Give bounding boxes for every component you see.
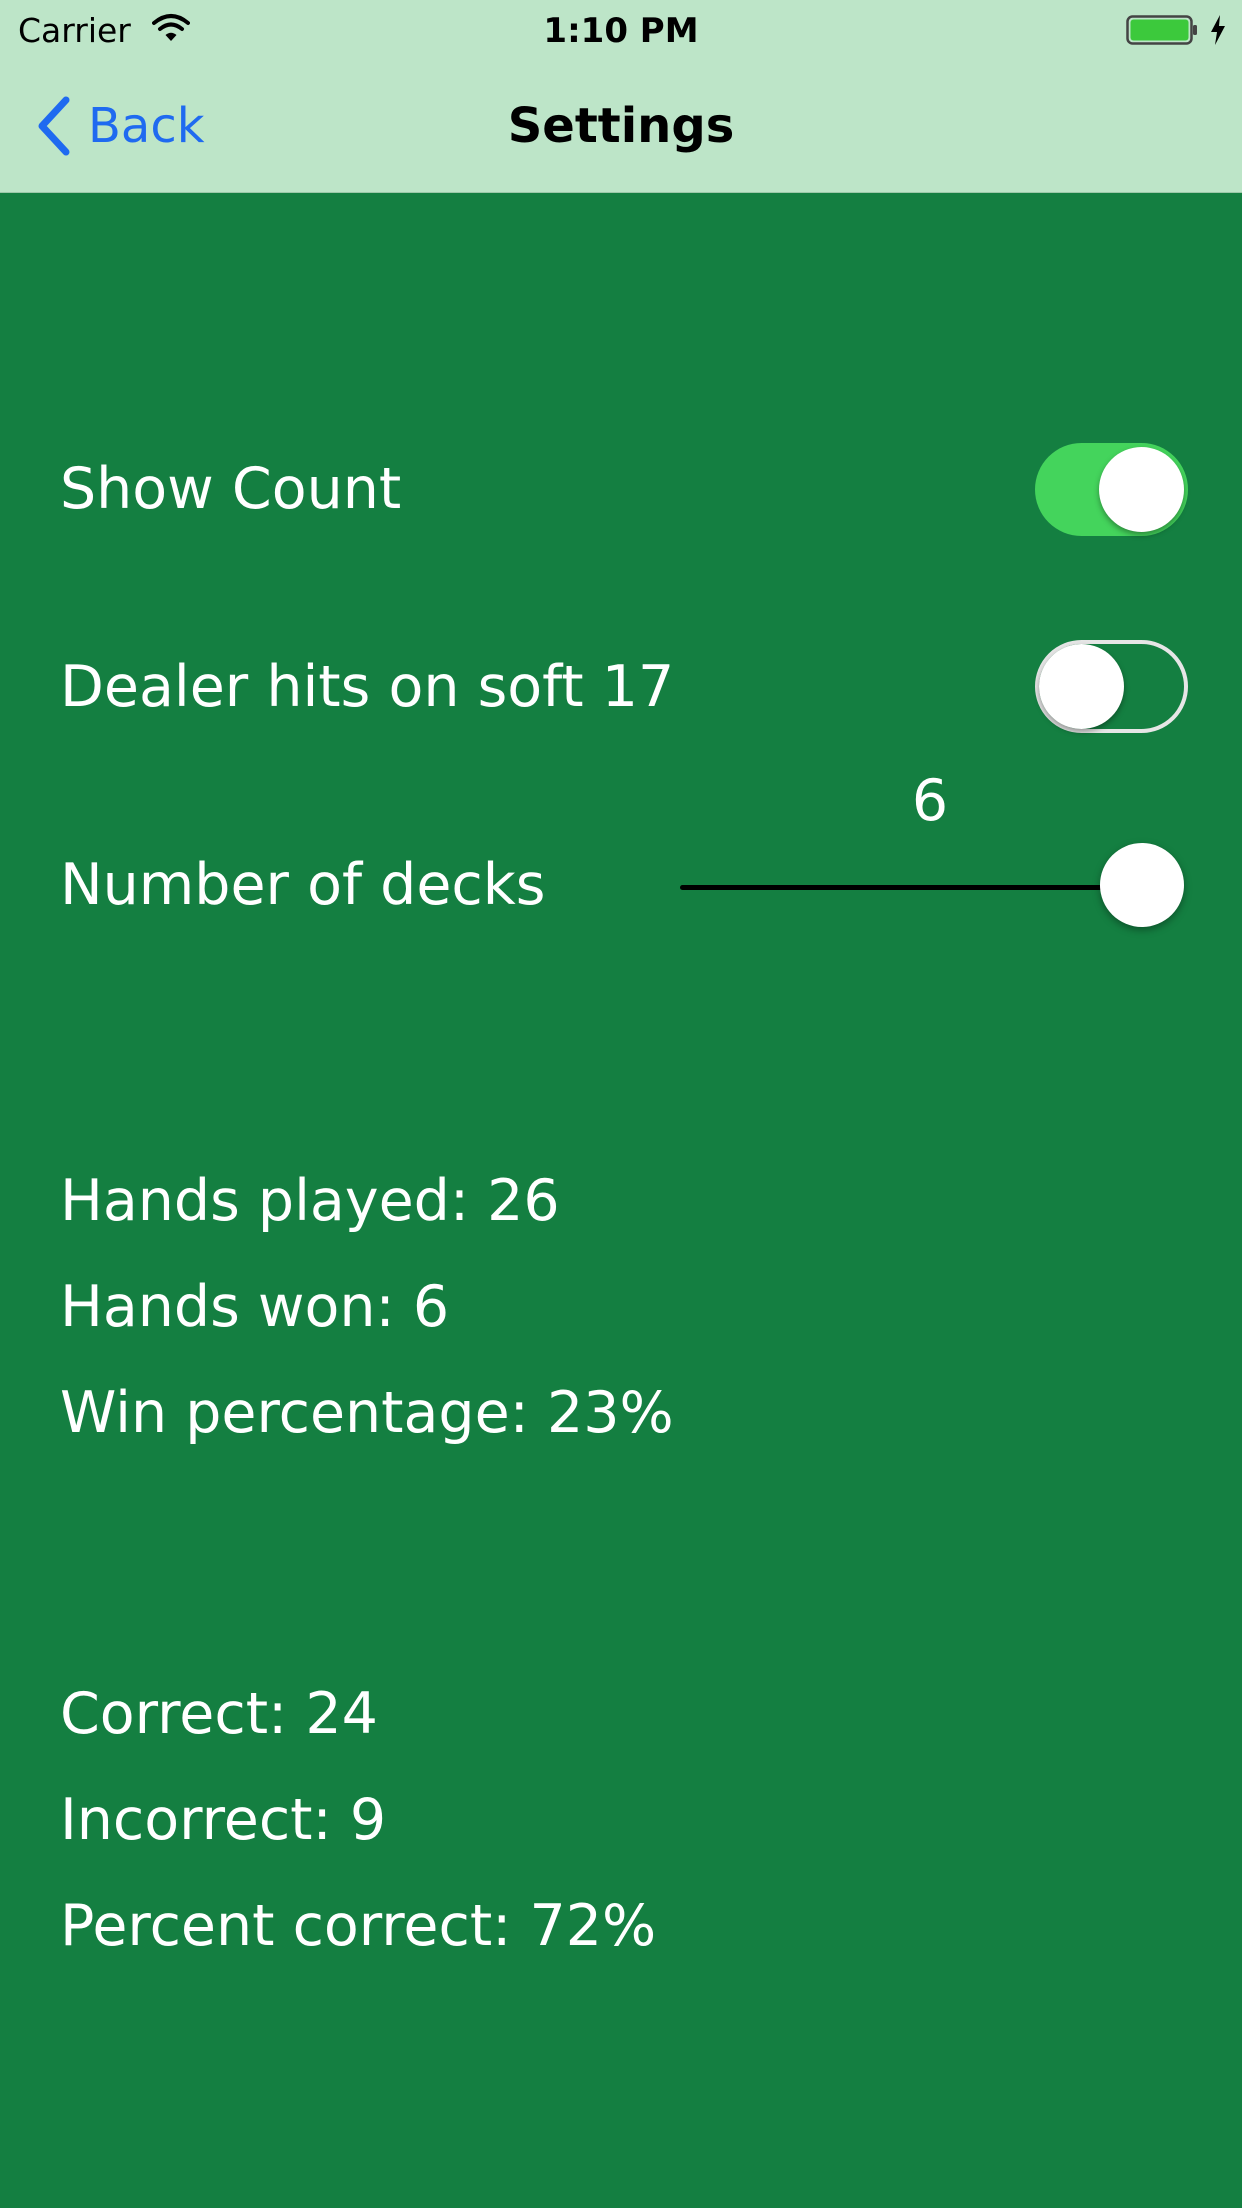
page-title: Settings: [507, 98, 735, 154]
charging-bolt-icon: [1211, 15, 1225, 45]
show-count-toggle[interactable]: [1035, 443, 1188, 536]
dealer-hits-soft-17-label: Dealer hits on soft 17: [60, 654, 675, 720]
dealer-hits-soft-17-toggle[interactable]: [1035, 640, 1188, 733]
settings-screen: Carrier 1:10 PM Back Settings Show Count…: [0, 0, 1242, 2208]
status-time: 1:10 PM: [543, 11, 699, 51]
win-percentage-stat: Win percentage: 23%: [60, 1380, 674, 1446]
navigation-bar: Carrier 1:10 PM Back Settings: [0, 0, 1242, 193]
show-count-label: Show Count: [60, 456, 402, 522]
hands-won-stat: Hands won: 6: [60, 1274, 450, 1340]
number-of-decks-label: Number of decks: [60, 852, 546, 918]
percent-correct-stat: Percent correct: 72%: [60, 1893, 657, 1959]
correct-stat: Correct: 24: [60, 1681, 378, 1747]
incorrect-stat: Incorrect: 9: [60, 1787, 387, 1853]
slider-thumb[interactable]: [1100, 843, 1184, 927]
toggle-knob: [1099, 447, 1184, 532]
hands-played-stat: Hands played: 26: [60, 1168, 560, 1234]
number-of-decks-slider[interactable]: [680, 885, 1140, 890]
battery-icon: [1126, 15, 1197, 45]
toggle-knob: [1039, 644, 1124, 729]
number-of-decks-value: 6: [911, 768, 949, 834]
